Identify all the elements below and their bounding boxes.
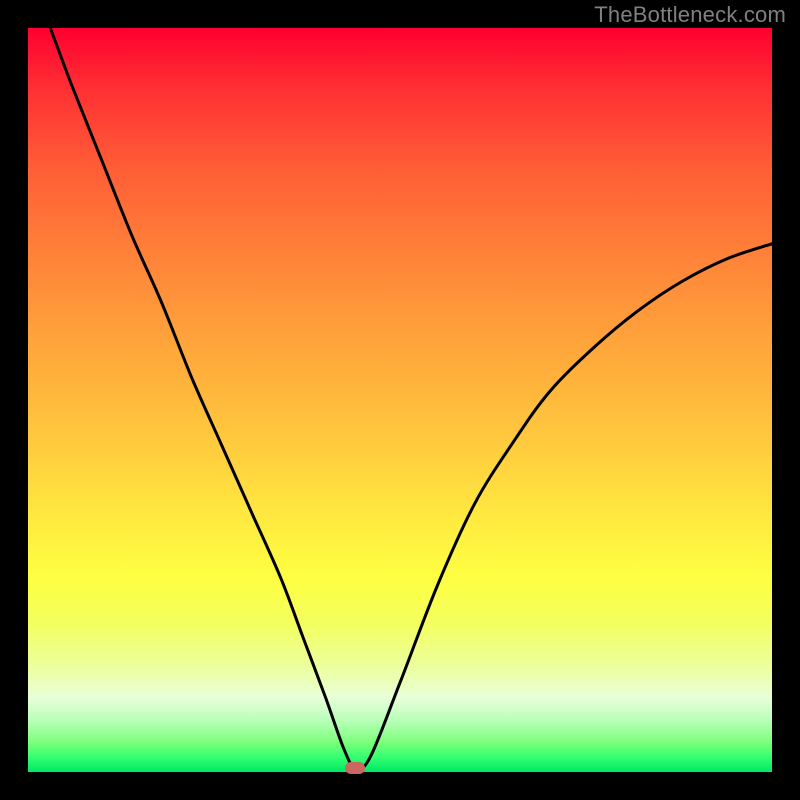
watermark-text: TheBottleneck.com [594, 2, 786, 28]
chart-plot-area [28, 28, 772, 772]
bottleneck-curve [28, 28, 772, 772]
minimum-marker [345, 762, 365, 774]
